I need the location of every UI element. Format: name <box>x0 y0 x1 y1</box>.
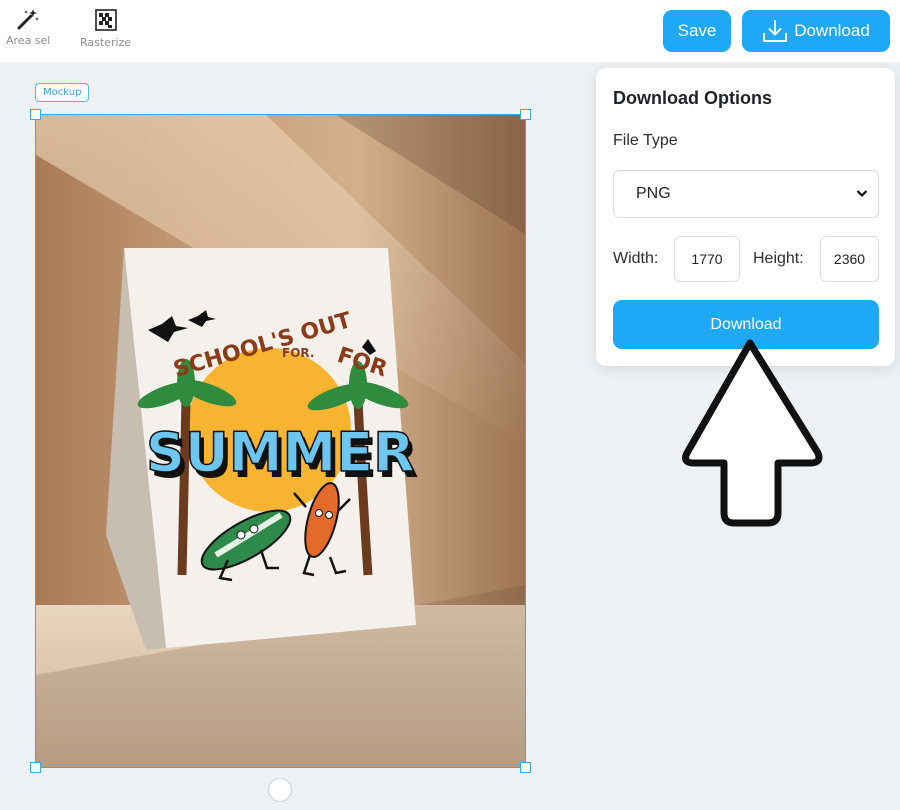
layer-tag[interactable]: Mockup <box>35 83 90 102</box>
width-label: Width: <box>613 250 659 267</box>
width-input[interactable]: 1770 <box>674 236 740 282</box>
magic-wand-icon <box>17 9 40 30</box>
chevron-down-icon <box>856 171 868 235</box>
rasterize-tool[interactable]: Rasterize <box>80 8 131 49</box>
panel-title: Download Options <box>613 88 772 108</box>
mockup-image-frame[interactable]: SCHOOL'S OUT FOR. FOR SUMMER SUMMER <box>35 114 526 768</box>
resize-handle-top-left[interactable] <box>30 109 41 120</box>
resize-handle-bottom-left[interactable] <box>30 762 41 773</box>
save-button[interactable]: Save <box>663 10 731 52</box>
pointer-arrow-icon <box>682 339 823 527</box>
file-type-select[interactable]: PNG <box>613 170 879 218</box>
download-top-button[interactable]: Download <box>742 10 890 52</box>
rasterize-label: Rasterize <box>80 36 132 49</box>
download-tray-icon <box>763 20 788 42</box>
resize-handle-top-right[interactable] <box>520 109 531 120</box>
file-type-value: PNG <box>636 185 671 202</box>
rasterize-icon <box>94 9 117 31</box>
area-select-label: Area sel <box>6 34 51 47</box>
height-input[interactable]: 2360 <box>820 236 879 282</box>
card-headline-mid: FOR. <box>282 346 314 360</box>
card-headline-main: SUMMER <box>146 421 415 484</box>
file-type-label: File Type <box>613 132 678 149</box>
top-toolbar: Area sel Rasterize Save Download <box>0 0 900 62</box>
rotate-handle[interactable] <box>268 778 292 802</box>
height-label: Height: <box>753 250 804 267</box>
mockup-photo: SCHOOL'S OUT FOR. FOR SUMMER SUMMER <box>36 115 525 767</box>
download-top-label: Download <box>794 21 870 40</box>
download-options-panel: Download Options File Type PNG Width: 17… <box>596 68 895 366</box>
resize-handle-bottom-right[interactable] <box>520 762 531 773</box>
area-select-tool[interactable]: Area sel <box>6 8 50 47</box>
